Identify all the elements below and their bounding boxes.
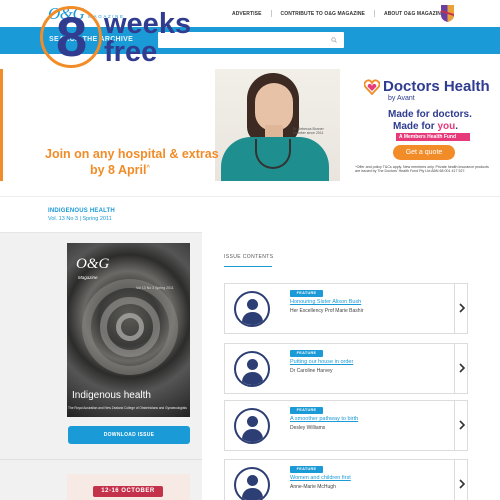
brand-title: Doctors Health: [383, 78, 490, 95]
fund-label: A Members Health Fund: [396, 133, 470, 141]
college-crest-icon[interactable]: [441, 5, 454, 22]
cover-title: Indigenous health: [72, 390, 151, 401]
cover-strapline: The Royal Australian and New Zealand Col…: [68, 406, 187, 410]
contents-card[interactable]: FEATURE Putting our house in order Dr Caro…: [224, 343, 468, 394]
brand-by: by Avant: [388, 95, 415, 102]
nav-divider: [373, 10, 375, 17]
contents-card[interactable]: FEATURE A smoother pathway to birth Desley…: [224, 400, 468, 451]
article-title-link[interactable]: Women and children first: [290, 475, 351, 481]
chevron-right-icon[interactable]: [458, 420, 466, 430]
chevron-right-icon[interactable]: [458, 363, 466, 373]
feature-badge: FEATURE: [290, 350, 323, 357]
card-divider: [454, 344, 455, 393]
fine-print: ^Offer and policy T&Cs apply. New member…: [355, 165, 489, 174]
user-avatar-icon: [234, 291, 270, 327]
made-line-1: Made for doctors.: [388, 109, 472, 120]
article-author: Dr Caroline Harvey: [290, 368, 333, 374]
contents-card[interactable]: FEATURE Women and children first Anne-Mari…: [224, 459, 468, 500]
nav-contribute[interactable]: CONTRIBUTE TO O&G MAGAZINE: [281, 11, 365, 17]
article-author: Anne-Marie McHugh: [290, 484, 336, 490]
card-divider: [454, 401, 455, 450]
event-dates-badge: 12-16 OCTOBER: [93, 486, 163, 497]
article-author: Desley Williams: [290, 425, 326, 431]
nav-advertise[interactable]: ADVERTISE: [232, 11, 262, 17]
made-line-2: Made for you.: [393, 121, 459, 132]
contents-underline: [224, 266, 272, 267]
card-divider: [454, 284, 455, 333]
chevron-right-icon[interactable]: [458, 303, 466, 313]
cover-logo: O&G: [76, 256, 110, 272]
cover-volume: Vol 13 No 3 Spring 2011: [136, 286, 174, 290]
issue-title: INDIGENOUS HEALTH: [48, 208, 115, 214]
user-avatar-icon: [234, 408, 270, 444]
nav-divider: [270, 10, 272, 17]
banner-photo: Dr Rebecca Bonner Member since 2011: [215, 69, 340, 181]
offer-weeks: weeks: [104, 8, 192, 40]
heart-logo-icon: [364, 79, 380, 95]
offer-free: free: [104, 36, 158, 68]
feature-badge: FEATURE: [290, 407, 323, 414]
advertisement-banner[interactable]: Dr Rebecca Bonner Member since 2011 Doct…: [0, 69, 500, 181]
article-title-link[interactable]: A smoother pathway to birth: [290, 416, 358, 422]
offer-tagline-2: by 8 April^: [90, 163, 151, 178]
user-avatar-icon: [234, 467, 270, 500]
issue-subtitle: Vol. 13 No 3 | Spring 2011: [48, 216, 112, 222]
contents-heading: ISSUE CONTENTS: [224, 254, 274, 260]
top-nav: ADVERTISE CONTRIBUTE TO O&G MAGAZINE ABO…: [232, 10, 463, 17]
download-issue-button[interactable]: DOWNLOAD ISSUE: [68, 426, 190, 444]
doctors-health-panel: Doctors Health by Avant Made for doctors…: [340, 69, 500, 181]
issue-header: [0, 196, 500, 232]
article-title-link[interactable]: Putting our house in order: [290, 359, 353, 365]
nav-about[interactable]: ABOUT O&G MAGAZINE: [384, 11, 444, 17]
cover-magazine: Magazine: [78, 275, 98, 280]
chevron-right-icon[interactable]: [458, 479, 466, 489]
photo-caption: Dr Rebecca Bonner Member since 2011: [293, 127, 324, 135]
offer-tagline-1: Join on any hospital & extras: [45, 147, 219, 161]
card-divider: [454, 460, 455, 500]
search-icon[interactable]: [331, 37, 337, 43]
get-quote-button[interactable]: Get a quote: [393, 145, 455, 160]
offer-number: 8: [56, 5, 88, 68]
feature-badge: FEATURE: [290, 466, 323, 473]
contents-card[interactable]: FEATURE Honouring Sister Alison Bush Her E…: [224, 283, 468, 334]
feature-badge: FEATURE: [290, 290, 323, 297]
sidebar-divider: [0, 459, 202, 460]
cover-swirl: [116, 313, 144, 341]
article-author: Her Excellency Prof Marie Bashir: [290, 308, 364, 314]
user-avatar-icon: [234, 351, 270, 387]
article-title-link[interactable]: Honouring Sister Alison Bush: [290, 299, 361, 305]
